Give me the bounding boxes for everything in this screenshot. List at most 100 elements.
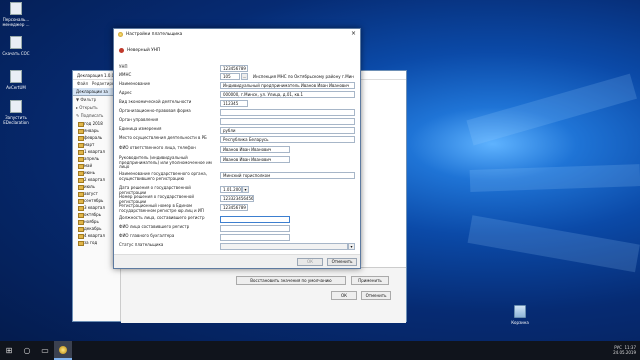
sign-label: Подписать bbox=[80, 113, 104, 118]
ok-button[interactable]: ОК bbox=[331, 291, 357, 300]
position-field[interactable] bbox=[220, 216, 290, 223]
taskbar: ⊞ ○ ▭ РУС 11:37 24.05.2019 bbox=[0, 341, 640, 360]
task-view-icon[interactable]: ▭ bbox=[36, 341, 54, 360]
taskbar-app-edeclaration[interactable] bbox=[54, 341, 72, 360]
row-reg-body: Наименование государственного органа, ос… bbox=[119, 171, 355, 181]
imns-name: Инспекция МНС по Октябрьскому району г.М… bbox=[250, 73, 355, 80]
status-select[interactable] bbox=[220, 243, 348, 250]
filter-label: Фильтр bbox=[80, 97, 97, 102]
imns-code-field[interactable]: 105 bbox=[220, 73, 240, 80]
name-field[interactable]: Индивидуальный предприниматель Иванов Ив… bbox=[220, 82, 355, 89]
recycle-bin-label: Корзина bbox=[511, 320, 529, 325]
imns-dropdown-button[interactable]: … bbox=[241, 73, 248, 80]
close-icon[interactable]: × bbox=[351, 30, 356, 37]
app-icon bbox=[10, 2, 22, 15]
row-compiler: ФИО лица составившего регистр bbox=[119, 224, 355, 232]
location-field[interactable]: Республика Беларусь bbox=[220, 136, 355, 143]
reg-date-field[interactable]: 1.01.2000 bbox=[220, 186, 242, 193]
cancel-button[interactable]: Отменить bbox=[361, 291, 391, 300]
desktop-icon-avcertum[interactable]: AvCertUM bbox=[2, 70, 30, 90]
row-activity: Вид экономической деятельности 112345 bbox=[119, 99, 355, 107]
gov-body-field[interactable] bbox=[220, 118, 355, 125]
unit-label: Единица измерения bbox=[119, 126, 162, 131]
name-label: Наименование bbox=[119, 81, 151, 86]
desktop-icon-personal-manager[interactable]: Персональ... менеджер ... bbox=[2, 2, 30, 27]
dialog-footer: ОК Отменить bbox=[114, 254, 360, 268]
file-icon bbox=[10, 70, 22, 83]
compiler-field[interactable] bbox=[220, 225, 290, 232]
app-icon bbox=[10, 100, 22, 113]
error-icon bbox=[119, 48, 124, 53]
app-emblem-icon bbox=[118, 31, 123, 37]
recycle-bin[interactable]: Корзина bbox=[505, 305, 535, 325]
row-responsible: ФИО ответственного лица, телефон Иванов … bbox=[119, 145, 355, 153]
row-address: Адрес 000000, г.Минск, ул. Улица, д.01, … bbox=[119, 90, 355, 98]
accountant-label: ФИО главного бухгалтера bbox=[119, 233, 175, 238]
location-label: Место осуществления деятельности в РБ bbox=[119, 135, 207, 140]
row-reg-date: Дата решения о государственной регистрац… bbox=[119, 185, 355, 194]
unit-field[interactable]: рубли bbox=[220, 127, 355, 134]
legal-form-label: Организационно-правовая форма bbox=[119, 108, 191, 113]
system-tray: РУС 11:37 24.05.2019 bbox=[613, 345, 636, 355]
clock-date: 24.05.2019 bbox=[613, 350, 636, 355]
compiler-label: ФИО лица составившего регистр bbox=[119, 224, 190, 229]
reg-record-field[interactable]: 123456789 bbox=[220, 204, 248, 211]
window-title: Декларация 1.0.0.0 bbox=[77, 73, 118, 78]
restore-defaults-button[interactable]: Восстановить значения по умолчанию bbox=[236, 276, 346, 285]
app-emblem-icon bbox=[59, 345, 67, 354]
wallpaper-beam bbox=[466, 73, 637, 146]
manager-field[interactable]: Иванов Иван Иванович bbox=[220, 156, 290, 163]
responsible-field[interactable]: Иванов Иван Иванович bbox=[220, 146, 290, 153]
settings-footer-panel: Восстановить значения по умолчанию Приме… bbox=[121, 267, 406, 323]
row-unp: УНП 123456789 bbox=[119, 64, 355, 72]
accountant-field[interactable] bbox=[220, 234, 290, 241]
desktop-icon-edeclaration[interactable]: Запустить EDeclaration bbox=[2, 100, 30, 125]
status-label: Статус плательщика bbox=[119, 242, 164, 247]
cancel-button[interactable]: Отменить bbox=[327, 258, 357, 266]
chevron-down-icon[interactable]: ▾ bbox=[348, 243, 355, 250]
responsible-label: ФИО ответственного лица, телефон bbox=[119, 145, 196, 150]
position-label: Должность лица, составившего регистр bbox=[119, 215, 205, 220]
recycle-bin-icon bbox=[514, 305, 526, 318]
calendar-dropdown-button[interactable]: ▾ bbox=[242, 186, 249, 193]
address-field[interactable]: 000000, г.Минск, ул. Улица, д.01, кв.1 bbox=[220, 91, 355, 98]
address-label: Адрес bbox=[119, 90, 132, 95]
legal-form-field[interactable] bbox=[220, 109, 355, 116]
unp-status-label: Неверный УНП bbox=[127, 48, 161, 53]
windows-start-icon[interactable]: ⊞ bbox=[0, 341, 18, 360]
unp-field[interactable]: 123456789 bbox=[220, 65, 248, 72]
desktop-icon-sos[interactable]: Скачать СОС bbox=[2, 36, 30, 56]
reg-body-field[interactable]: Минский горисполком bbox=[220, 172, 355, 179]
reg-record-label: Регистрационный номер в Едином государст… bbox=[119, 203, 204, 213]
unp-label: УНП bbox=[119, 64, 128, 69]
activity-field[interactable]: 112345 bbox=[220, 100, 248, 107]
wallpaper-beam bbox=[467, 215, 640, 273]
row-accountant: ФИО главного бухгалтера bbox=[119, 233, 355, 241]
manager-label: Руководитель (индивидуальный предпринима… bbox=[119, 155, 212, 169]
menu-file[interactable]: Файл bbox=[77, 81, 88, 86]
dialog-titlebar: Настройки плательщика × bbox=[114, 29, 360, 39]
unp-status: Неверный УНП bbox=[119, 48, 160, 53]
row-legal-form: Организационно-правовая форма bbox=[119, 108, 355, 116]
dialog-title: Настройки плательщика bbox=[126, 31, 183, 37]
gov-body-label: Орган управления bbox=[119, 117, 159, 122]
row-position: Должность лица, составившего регистр bbox=[119, 215, 355, 223]
search-icon[interactable]: ○ bbox=[18, 341, 36, 360]
row-status: Статус плательщика ▾ bbox=[119, 242, 355, 250]
row-unit: Единица измерения рубли bbox=[119, 126, 355, 134]
row-name: Наименование Индивидуальный предпринимат… bbox=[119, 81, 355, 89]
apply-button[interactable]: Применить bbox=[351, 276, 389, 285]
activity-label: Вид экономической деятельности bbox=[119, 99, 192, 104]
open-label: Открыть bbox=[79, 105, 98, 110]
payer-settings-dialog: Настройки плательщика × Неверный УНП УНП… bbox=[113, 28, 361, 269]
wallpaper-beam bbox=[469, 164, 640, 192]
imns-label: ИМНС bbox=[119, 72, 132, 77]
reg-number-field[interactable]: 123323456456 bbox=[220, 195, 254, 202]
app-icon bbox=[10, 36, 22, 49]
row-reg-number: Номер решения о государственной регистра… bbox=[119, 194, 355, 203]
ok-button[interactable]: ОК bbox=[297, 258, 323, 266]
reg-body-label: Наименование государственного органа, ос… bbox=[119, 171, 207, 181]
row-gov-body: Орган управления bbox=[119, 117, 355, 125]
row-reg-record: Регистрационный номер в Едином государст… bbox=[119, 203, 355, 213]
row-manager: Руководитель (индивидуальный предпринима… bbox=[119, 155, 355, 169]
